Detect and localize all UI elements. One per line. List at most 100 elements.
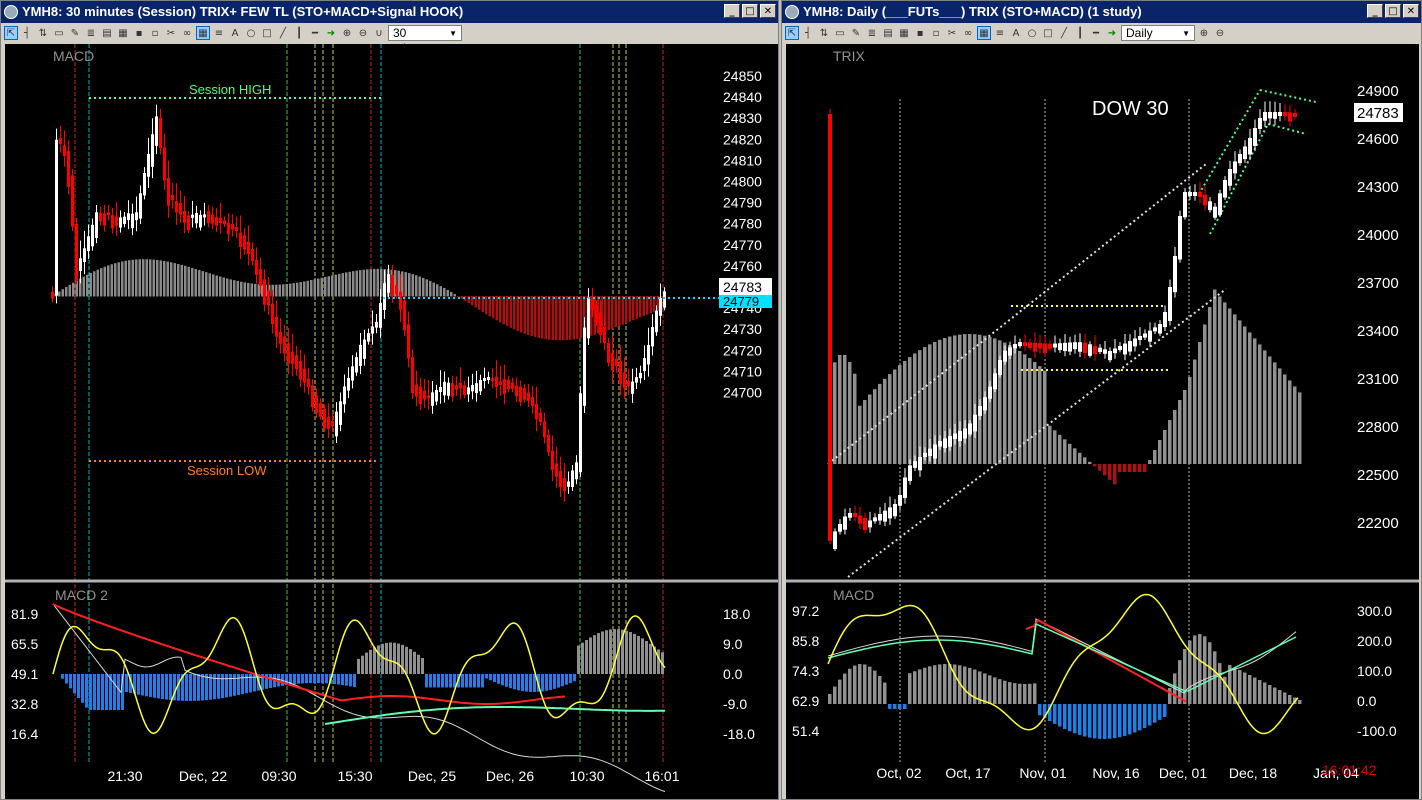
histogram-bar: [141, 674, 144, 696]
histogram-bar: [502, 296, 505, 325]
indicators-icon[interactable]: ≣: [84, 26, 98, 40]
left-title-bar[interactable]: YMH8: 30 minutes (Session) TRIX+ FEW TL …: [1, 1, 778, 23]
cursor-tool-icon[interactable]: ⇱: [4, 26, 18, 40]
data-window-icon[interactable]: ▤: [881, 26, 895, 40]
histogram-bar: [233, 280, 236, 297]
axis-tick-label: 32.8: [11, 696, 38, 712]
right-price-pane[interactable]: TRIX DOW 30 24900 24600 24300 24000 23700 234…: [827, 48, 1403, 581]
ellipse-icon[interactable]: ○: [1025, 26, 1039, 40]
zoom-in-icon[interactable]: ⊕: [340, 26, 354, 40]
horizontal-line-icon[interactable]: ━: [308, 26, 322, 40]
candle-body: [511, 382, 514, 389]
histogram-bar: [1263, 682, 1267, 704]
histogram-bar: [898, 704, 902, 709]
edit-icon[interactable]: ✎: [849, 26, 863, 40]
cut-icon[interactable]: ✂: [945, 26, 959, 40]
timeframe-select[interactable]: Daily ▼: [1121, 25, 1195, 41]
bar-style-icon[interactable]: ┤: [801, 26, 815, 40]
histogram-bar: [1038, 704, 1042, 716]
lines-icon[interactable]: ≡: [212, 26, 226, 40]
timeframe-select[interactable]: 30 minutes ▼: [388, 25, 462, 55]
zoom-in-icon[interactable]: ⊕: [1197, 26, 1211, 40]
vertical-line-icon[interactable]: ┃: [1073, 26, 1087, 40]
trendline-icon[interactable]: ╱: [276, 26, 290, 40]
maximize-button[interactable]: □: [1385, 4, 1401, 18]
zoom-out-icon[interactable]: ⊖: [356, 26, 370, 40]
histogram-bar: [1103, 464, 1107, 476]
magnet-icon[interactable]: ∪: [372, 26, 386, 40]
cut-icon[interactable]: ✂: [164, 26, 178, 40]
right-price-histogram: [828, 289, 1302, 485]
right-chart-window[interactable]: YMH8: Daily (___FUTs___) TRIX (STO+MACD)…: [781, 0, 1422, 800]
edit-icon[interactable]: ✎: [68, 26, 82, 40]
arrow-right-icon[interactable]: ➜: [324, 26, 338, 40]
lines-icon[interactable]: ≡: [993, 26, 1007, 40]
flag-bottom-line[interactable]: [1267, 123, 1307, 135]
candle-body: [143, 173, 146, 196]
vertical-line-icon[interactable]: ┃: [292, 26, 306, 40]
flag-top-line[interactable]: [1259, 89, 1317, 103]
horizontal-line-icon[interactable]: ━: [1089, 26, 1103, 40]
chart-style-icon[interactable]: ⇅: [817, 26, 831, 40]
link-icon[interactable]: ∞: [961, 26, 975, 40]
left-chart-area[interactable]: Session HIGH Session LOW MACD 24850 24840…: [5, 44, 778, 799]
rectangle-icon[interactable]: □: [260, 26, 274, 40]
chart-style-icon[interactable]: ⇅: [36, 26, 50, 40]
properties-icon[interactable]: ▦: [116, 26, 130, 40]
histogram-bar: [481, 674, 484, 688]
candle-body: [1048, 343, 1052, 349]
left-indicator-axis-left: 81.9 65.5 49.1 32.8 16.4: [11, 606, 38, 742]
histogram-bar: [313, 674, 316, 684]
arrow-right-icon[interactable]: ➜: [1105, 26, 1119, 40]
cursor-tool-icon[interactable]: ⇱: [785, 26, 799, 40]
right-chart-area[interactable]: TRIX DOW 30 24900 24600 24300 24000 23700 234…: [786, 44, 1419, 799]
trendline-icon[interactable]: ╱: [1057, 26, 1071, 40]
histogram-bar: [614, 296, 617, 328]
histogram-bar: [107, 265, 110, 297]
histogram-bar: [938, 664, 942, 704]
data-window-icon[interactable]: ▤: [100, 26, 114, 40]
close-button[interactable]: ✕: [760, 4, 776, 18]
open-folder-icon[interactable]: ▭: [52, 26, 66, 40]
histogram-bar: [516, 296, 519, 331]
channel-upper-line[interactable]: [827, 163, 1207, 465]
save-icon[interactable]: ▪: [132, 26, 146, 40]
candle-body: [147, 153, 150, 177]
maximize-button[interactable]: □: [742, 4, 758, 18]
candle-body: [1083, 342, 1087, 354]
text-icon[interactable]: A: [228, 26, 242, 40]
left-chart-window[interactable]: YMH8: 30 minutes (Session) TRIX+ FEW TL …: [0, 0, 779, 800]
left-indicator-pane[interactable]: MACD 2 81.9 65.5 49.1 32.8 16.4 18.0 9.0 0.0 -9…: [11, 584, 755, 793]
minimize-button[interactable]: _: [724, 4, 740, 18]
histogram-bar: [166, 261, 169, 297]
bar-style-icon[interactable]: ┤: [20, 26, 34, 40]
minimize-button[interactable]: _: [1367, 4, 1383, 18]
link-icon[interactable]: ∞: [180, 26, 194, 40]
histogram-bar: [918, 669, 922, 704]
grid-icon[interactable]: ▦: [977, 26, 991, 40]
print-icon[interactable]: ▫: [929, 26, 943, 40]
save-icon[interactable]: ▪: [913, 26, 927, 40]
right-indicator-pane[interactable]: MACD 97.2 85.8 74.3 62.9 51.4 300.0 200.0 100.…: [792, 584, 1397, 764]
right-title-bar[interactable]: YMH8: Daily (___FUTs___) TRIX (STO+MACD)…: [782, 1, 1421, 23]
grid-icon[interactable]: ▦: [196, 26, 210, 40]
zoom-out-icon[interactable]: ⊖: [1213, 26, 1227, 40]
candle-body: [315, 395, 318, 413]
candle-body: [1078, 342, 1082, 352]
ellipse-icon[interactable]: ○: [244, 26, 258, 40]
flag-lower-line[interactable]: [1209, 123, 1269, 235]
print-icon[interactable]: ▫: [148, 26, 162, 40]
candle-body: [51, 291, 54, 299]
left-price-pane[interactable]: Session HIGH Session LOW MACD 24850 24840…: [51, 44, 772, 581]
histogram-bar: [215, 275, 218, 297]
candle-body: [828, 114, 832, 541]
open-folder-icon[interactable]: ▭: [833, 26, 847, 40]
histogram-bar: [1088, 704, 1092, 738]
indicators-icon[interactable]: ≣: [865, 26, 879, 40]
close-button[interactable]: ✕: [1403, 4, 1419, 18]
histogram-bar: [1278, 690, 1282, 704]
candle-body: [187, 215, 190, 230]
text-icon[interactable]: A: [1009, 26, 1023, 40]
properties-icon[interactable]: ▦: [897, 26, 911, 40]
rectangle-icon[interactable]: □: [1041, 26, 1055, 40]
